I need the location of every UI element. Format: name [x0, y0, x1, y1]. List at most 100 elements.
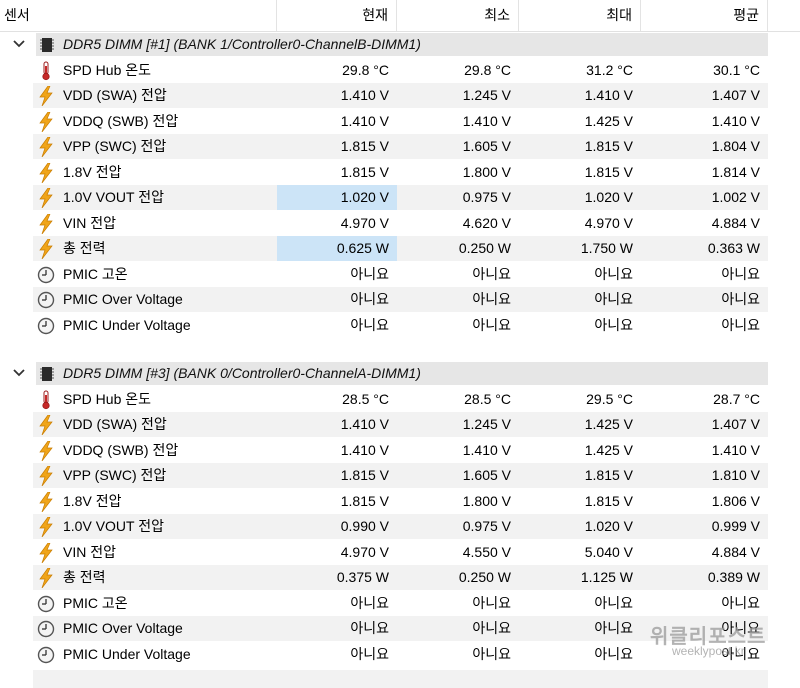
column-header: 센서 현재 최소 최대 평균 [0, 0, 800, 32]
value-current: 1.410 V [277, 108, 397, 134]
value-min: 1.410 V [397, 437, 519, 463]
sensor-name: 1.8V 전압 [63, 492, 122, 509]
value-max: 1.750 W [519, 236, 641, 261]
column-label-sensor: 센서 [4, 7, 30, 23]
sensor-row[interactable]: SPD Hub 온도 29.8 °C 29.8 °C 31.2 °C 30.1 °C [0, 57, 768, 84]
value-avg: 아니요 [641, 590, 768, 616]
sensor-name: 1.0V VOUT 전압 [63, 518, 164, 534]
value-min: 아니요 [397, 616, 519, 641]
value-avg: 1.410 V [641, 108, 768, 134]
value-avg: 4.884 V [641, 539, 768, 565]
value-min: 1.245 V [397, 412, 519, 437]
value-current: 29.8 °C [277, 57, 397, 83]
value-current: 1.410 V [277, 412, 397, 437]
value-avg: 아니요 [641, 261, 768, 287]
chevron-down-icon[interactable] [12, 366, 26, 380]
column-label-min: 최소 [484, 7, 510, 23]
sensor-row[interactable]: VDD (SWA) 전압 1.410 V 1.245 V 1.410 V 1.407 V [0, 83, 768, 109]
value-avg: 1.410 V [641, 437, 768, 463]
value-min: 아니요 [397, 287, 519, 312]
value-avg: 0.999 V [641, 514, 768, 539]
value-current: 4.970 V [277, 539, 397, 565]
sensor-row[interactable]: VIN 전압 4.970 V 4.620 V 4.970 V 4.884 V [0, 210, 768, 237]
value-min: 아니요 [397, 312, 519, 338]
sensor-row[interactable]: PMIC 고온 아니요 아니요 아니요 아니요 [0, 261, 768, 288]
sensor-row[interactable]: PMIC Under Voltage 아니요 아니요 아니요 아니요 [0, 312, 768, 339]
value-max: 1.425 V [519, 108, 641, 134]
voltage-bolt-icon [37, 85, 55, 107]
value-min: 1.800 V [397, 159, 519, 185]
clock-gauge-icon [37, 316, 55, 336]
value-current: 아니요 [277, 261, 397, 287]
watermark-url: weeklypost.kr [672, 644, 745, 658]
voltage-bolt-icon [37, 465, 55, 487]
sensor-name: VDD (SWA) 전압 [63, 87, 167, 103]
value-max: 29.5 °C [519, 386, 641, 412]
sensor-name: PMIC Over Voltage [63, 620, 183, 636]
sensor-row[interactable]: 1.0V VOUT 전압 0.990 V 0.975 V 1.020 V 0.999 V [0, 514, 768, 540]
value-min: 0.975 V [397, 514, 519, 539]
value-current: 아니요 [277, 590, 397, 616]
clock-gauge-icon [37, 645, 55, 665]
memory-chip-icon [39, 37, 55, 56]
value-min: 1.410 V [397, 108, 519, 134]
value-avg: 1.810 V [641, 463, 768, 488]
sensor-row[interactable]: VPP (SWC) 전압 1.815 V 1.605 V 1.815 V 1.804 V [0, 134, 768, 160]
value-min: 4.620 V [397, 210, 519, 236]
group-header: DDR5 DIMM [#1] (BANK 1/Controller0-Chann… [36, 33, 768, 56]
sensor-name: VDDQ (SWB) 전압 [63, 441, 179, 458]
value-avg: 28.7 °C [641, 386, 768, 412]
sensor-row[interactable]: 1.8V 전압 1.815 V 1.800 V 1.815 V 1.806 V [0, 488, 768, 515]
value-min: 1.245 V [397, 83, 519, 108]
group-header-row[interactable]: DDR5 DIMM [#1] (BANK 1/Controller0-Chann… [0, 32, 768, 58]
sensor-row[interactable]: 1.8V 전압 1.815 V 1.800 V 1.815 V 1.814 V [0, 159, 768, 186]
value-current: 1.815 V [277, 159, 397, 185]
column-label-max: 최대 [606, 7, 632, 23]
voltage-bolt-icon [37, 542, 55, 563]
sensor-name: PMIC 고온 [63, 594, 128, 611]
sensor-row[interactable]: VPP (SWC) 전압 1.815 V 1.605 V 1.815 V 1.810 V [0, 463, 768, 489]
clock-gauge-icon [37, 290, 55, 310]
sensor-row[interactable]: VDDQ (SWB) 전압 1.410 V 1.410 V 1.425 V 1.410 … [0, 437, 768, 464]
value-min: 아니요 [397, 590, 519, 616]
column-header-max[interactable]: 최대 [519, 0, 641, 31]
column-header-min[interactable]: 최소 [397, 0, 519, 31]
sensor-name: VIN 전압 [63, 543, 116, 560]
value-max: 1.125 W [519, 565, 641, 590]
voltage-bolt-icon [37, 136, 55, 158]
value-current: 1.410 V [277, 437, 397, 463]
group-header-row[interactable]: DDR5 DIMM [#3] (BANK 0/Controller0-Chann… [0, 361, 768, 387]
value-avg: 1.814 V [641, 159, 768, 185]
sensor-row[interactable]: PMIC 고온 아니요 아니요 아니요 아니요 [0, 590, 768, 617]
value-max: 아니요 [519, 641, 641, 667]
sensor-row[interactable]: 총 전력 0.625 W 0.250 W 1.750 W 0.363 W [0, 236, 768, 262]
value-max: 1.410 V [519, 83, 641, 108]
value-current: 아니요 [277, 312, 397, 338]
sensor-row[interactable]: 1.0V VOUT 전압 1.020 V 0.975 V 1.020 V 1.002 V [0, 185, 768, 211]
sensor-name: VDD (SWA) 전압 [63, 416, 167, 432]
value-max: 1.815 V [519, 463, 641, 488]
value-min: 4.550 V [397, 539, 519, 565]
column-label-avg: 평균 [733, 7, 759, 23]
watermark: 위클리포스트 weeklypost.kr [650, 618, 800, 663]
voltage-bolt-icon [37, 162, 55, 183]
chevron-down-icon[interactable] [12, 37, 26, 51]
value-current: 0.375 W [277, 565, 397, 590]
column-header-avg[interactable]: 평균 [641, 0, 768, 31]
sensor-row[interactable]: VDDQ (SWB) 전압 1.410 V 1.410 V 1.425 V 1.410 … [0, 108, 768, 135]
voltage-bolt-icon [37, 111, 55, 132]
sensor-row[interactable]: VDD (SWA) 전압 1.410 V 1.245 V 1.425 V 1.407 V [0, 412, 768, 438]
sensor-row[interactable]: VIN 전압 4.970 V 4.550 V 5.040 V 4.884 V [0, 539, 768, 566]
value-min: 0.250 W [397, 236, 519, 261]
thermometer-icon [37, 61, 55, 81]
sensor-row[interactable]: 총 전력 0.375 W 0.250 W 1.125 W 0.389 W [0, 565, 768, 591]
column-header-current[interactable]: 현재 [277, 0, 397, 31]
value-max: 1.815 V [519, 488, 641, 514]
column-header-sensor[interactable]: 센서 [0, 0, 277, 31]
sensor-row[interactable]: SPD Hub 온도 28.5 °C 28.5 °C 29.5 °C 28.7 °C [0, 386, 768, 413]
value-min: 0.975 V [397, 185, 519, 210]
sensor-name: 1.0V VOUT 전압 [63, 189, 164, 205]
sensor-row[interactable]: PMIC Over Voltage 아니요 아니요 아니요 아니요 [0, 287, 768, 313]
power-bolt-icon [37, 567, 55, 589]
value-max: 31.2 °C [519, 57, 641, 83]
